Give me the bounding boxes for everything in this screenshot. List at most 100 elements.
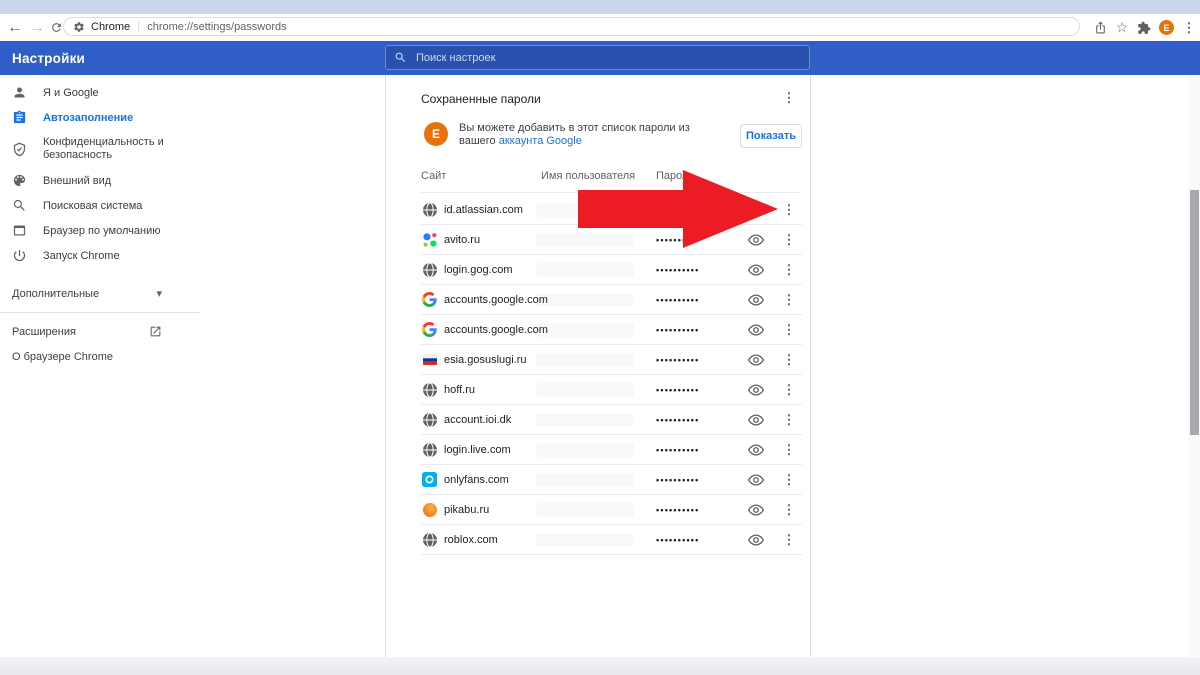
row-menu-button[interactable]: [780, 525, 798, 555]
url-separator: [137, 19, 140, 33]
globe-icon: [423, 262, 437, 278]
extensions-button[interactable]: [1133, 14, 1155, 41]
row-menu-button[interactable]: [780, 405, 798, 435]
username-censored-block: [536, 533, 634, 547]
password-row: esia.gosuslugi.ru ••••••••••: [386, 345, 812, 375]
site-favicon: [422, 352, 438, 368]
site-label: esia.gosuslugi.ru: [444, 354, 527, 366]
russian-flag-icon: [422, 354, 438, 365]
password-mask: ••••••••••: [656, 475, 700, 485]
browser-menu-button[interactable]: [1178, 14, 1200, 41]
power-icon: [10, 247, 28, 265]
password-mask: ••••••••••: [656, 445, 700, 455]
site-favicon: [422, 232, 438, 248]
settings-sidebar: Я и Google Автозаполнение Конфиденциальн…: [0, 75, 200, 369]
external-link-icon: [150, 326, 161, 337]
site-favicon: [422, 532, 438, 548]
show-password-button[interactable]: [747, 531, 765, 549]
sidebar-advanced-label: Дополнительные: [12, 287, 100, 300]
sidebar-item-extensions[interactable]: Расширения: [0, 319, 162, 344]
row-menu-button[interactable]: [780, 495, 798, 525]
row-menu-button[interactable]: [780, 435, 798, 465]
bottom-blur-band: [0, 657, 1200, 675]
row-menu-button[interactable]: [780, 345, 798, 375]
show-password-button[interactable]: [747, 411, 765, 429]
sidebar-item-appearance[interactable]: Внешний вид: [0, 168, 200, 193]
show-password-button[interactable]: [747, 291, 765, 309]
password-row: login.gog.com ••••••••••: [386, 255, 812, 285]
share-button[interactable]: [1089, 14, 1111, 41]
password-row: onlyfans.com ••••••••••: [386, 465, 812, 495]
sidebar-item-you-and-google[interactable]: Я и Google: [0, 80, 200, 105]
reload-icon: [51, 23, 61, 32]
show-password-button[interactable]: [747, 321, 765, 339]
settings-gear-icon: [74, 21, 84, 32]
google-account-link[interactable]: аккаунта Google: [499, 135, 582, 147]
row-menu-button[interactable]: [780, 285, 798, 315]
bookmark-star-button[interactable]: [1111, 14, 1133, 41]
show-password-button[interactable]: [747, 471, 765, 489]
sidebar-about-label: О браузере Chrome: [12, 350, 113, 363]
show-password-button[interactable]: [747, 381, 765, 399]
eye-icon: [747, 534, 765, 546]
sidebar-item-search-engine[interactable]: Поисковая система: [0, 193, 200, 218]
username-censored-block: [536, 353, 634, 367]
show-password-button[interactable]: [747, 441, 765, 459]
password-row: hoff.ru ••••••••••: [386, 375, 812, 405]
eye-icon: [747, 384, 765, 396]
show-password-button[interactable]: [747, 351, 765, 369]
passwords-content-card: Сохраненные пароли E Вы можете добавить …: [385, 75, 811, 657]
password-mask: ••••••••••: [656, 355, 700, 365]
site-label: account.ioi.dk: [444, 414, 512, 426]
row-menu-button[interactable]: [780, 255, 798, 285]
eye-icon: [747, 264, 765, 276]
browser-tabstrip: [0, 0, 1200, 14]
google-g-icon: [422, 292, 437, 307]
url-text: chrome://settings/passwords: [147, 20, 287, 33]
site-favicon: [422, 322, 438, 338]
search-placeholder: Поиск настроек: [416, 51, 496, 64]
back-button[interactable]: [3, 14, 27, 41]
password-mask: ••••••••••: [656, 385, 700, 395]
sidebar-item-on-startup[interactable]: Запуск Chrome: [0, 243, 200, 268]
sidebar-item-about-chrome[interactable]: О браузере Chrome: [0, 344, 200, 369]
google-g-icon: [422, 322, 437, 337]
password-mask: ••••••••••: [656, 505, 700, 515]
saved-passwords-menu-button[interactable]: [780, 87, 798, 109]
sidebar-item-label: Поисковая система: [43, 199, 143, 212]
eye-icon: [747, 294, 765, 306]
sidebar-item-privacy-security[interactable]: Конфиденциальность и безопасность: [0, 130, 200, 168]
scrollbar-thumb[interactable]: [1190, 190, 1199, 435]
pikabu-icon: [423, 503, 437, 517]
settings-search-input[interactable]: Поиск настроек: [385, 45, 810, 70]
eye-icon: [747, 474, 765, 486]
sidebar-advanced-toggle[interactable]: Дополнительные: [0, 281, 162, 306]
url-page-label: Chrome: [91, 20, 131, 33]
row-menu-button[interactable]: [780, 195, 798, 225]
sidebar-item-autofill[interactable]: Автозаполнение: [0, 105, 200, 130]
show-passwords-button[interactable]: Показать: [740, 124, 802, 148]
row-menu-button[interactable]: [780, 315, 798, 345]
settings-header: Настройки Поиск настроек: [0, 41, 1200, 75]
column-header-site: Сайт: [421, 170, 447, 182]
sidebar-item-default-browser[interactable]: Браузер по умолчанию: [0, 218, 200, 243]
eye-icon: [747, 354, 765, 366]
password-row: accounts.google.com ••••••••••: [386, 315, 812, 345]
password-mask: ••••••••••: [656, 265, 700, 275]
row-divider: [421, 554, 802, 555]
screenshot-root: Chrome chrome://settings/passwords E Нас…: [0, 0, 1200, 675]
row-menu-button[interactable]: [780, 375, 798, 405]
browser-toolbar: Chrome chrome://settings/passwords E: [0, 14, 1200, 41]
show-password-button[interactable]: [747, 501, 765, 519]
url-bar[interactable]: Chrome chrome://settings/passwords: [63, 17, 1080, 36]
password-mask: ••••••••••: [656, 535, 700, 545]
show-password-button[interactable]: [747, 261, 765, 279]
row-menu-button[interactable]: [780, 465, 798, 495]
site-label: login.live.com: [444, 444, 511, 456]
profile-avatar[interactable]: E: [1159, 20, 1174, 35]
password-row: accounts.google.com ••••••••••: [386, 285, 812, 315]
sidebar-item-label: Внешний вид: [43, 174, 112, 187]
row-menu-button[interactable]: [780, 225, 798, 255]
site-label: accounts.google.com: [444, 324, 548, 336]
search-icon: [10, 197, 28, 215]
